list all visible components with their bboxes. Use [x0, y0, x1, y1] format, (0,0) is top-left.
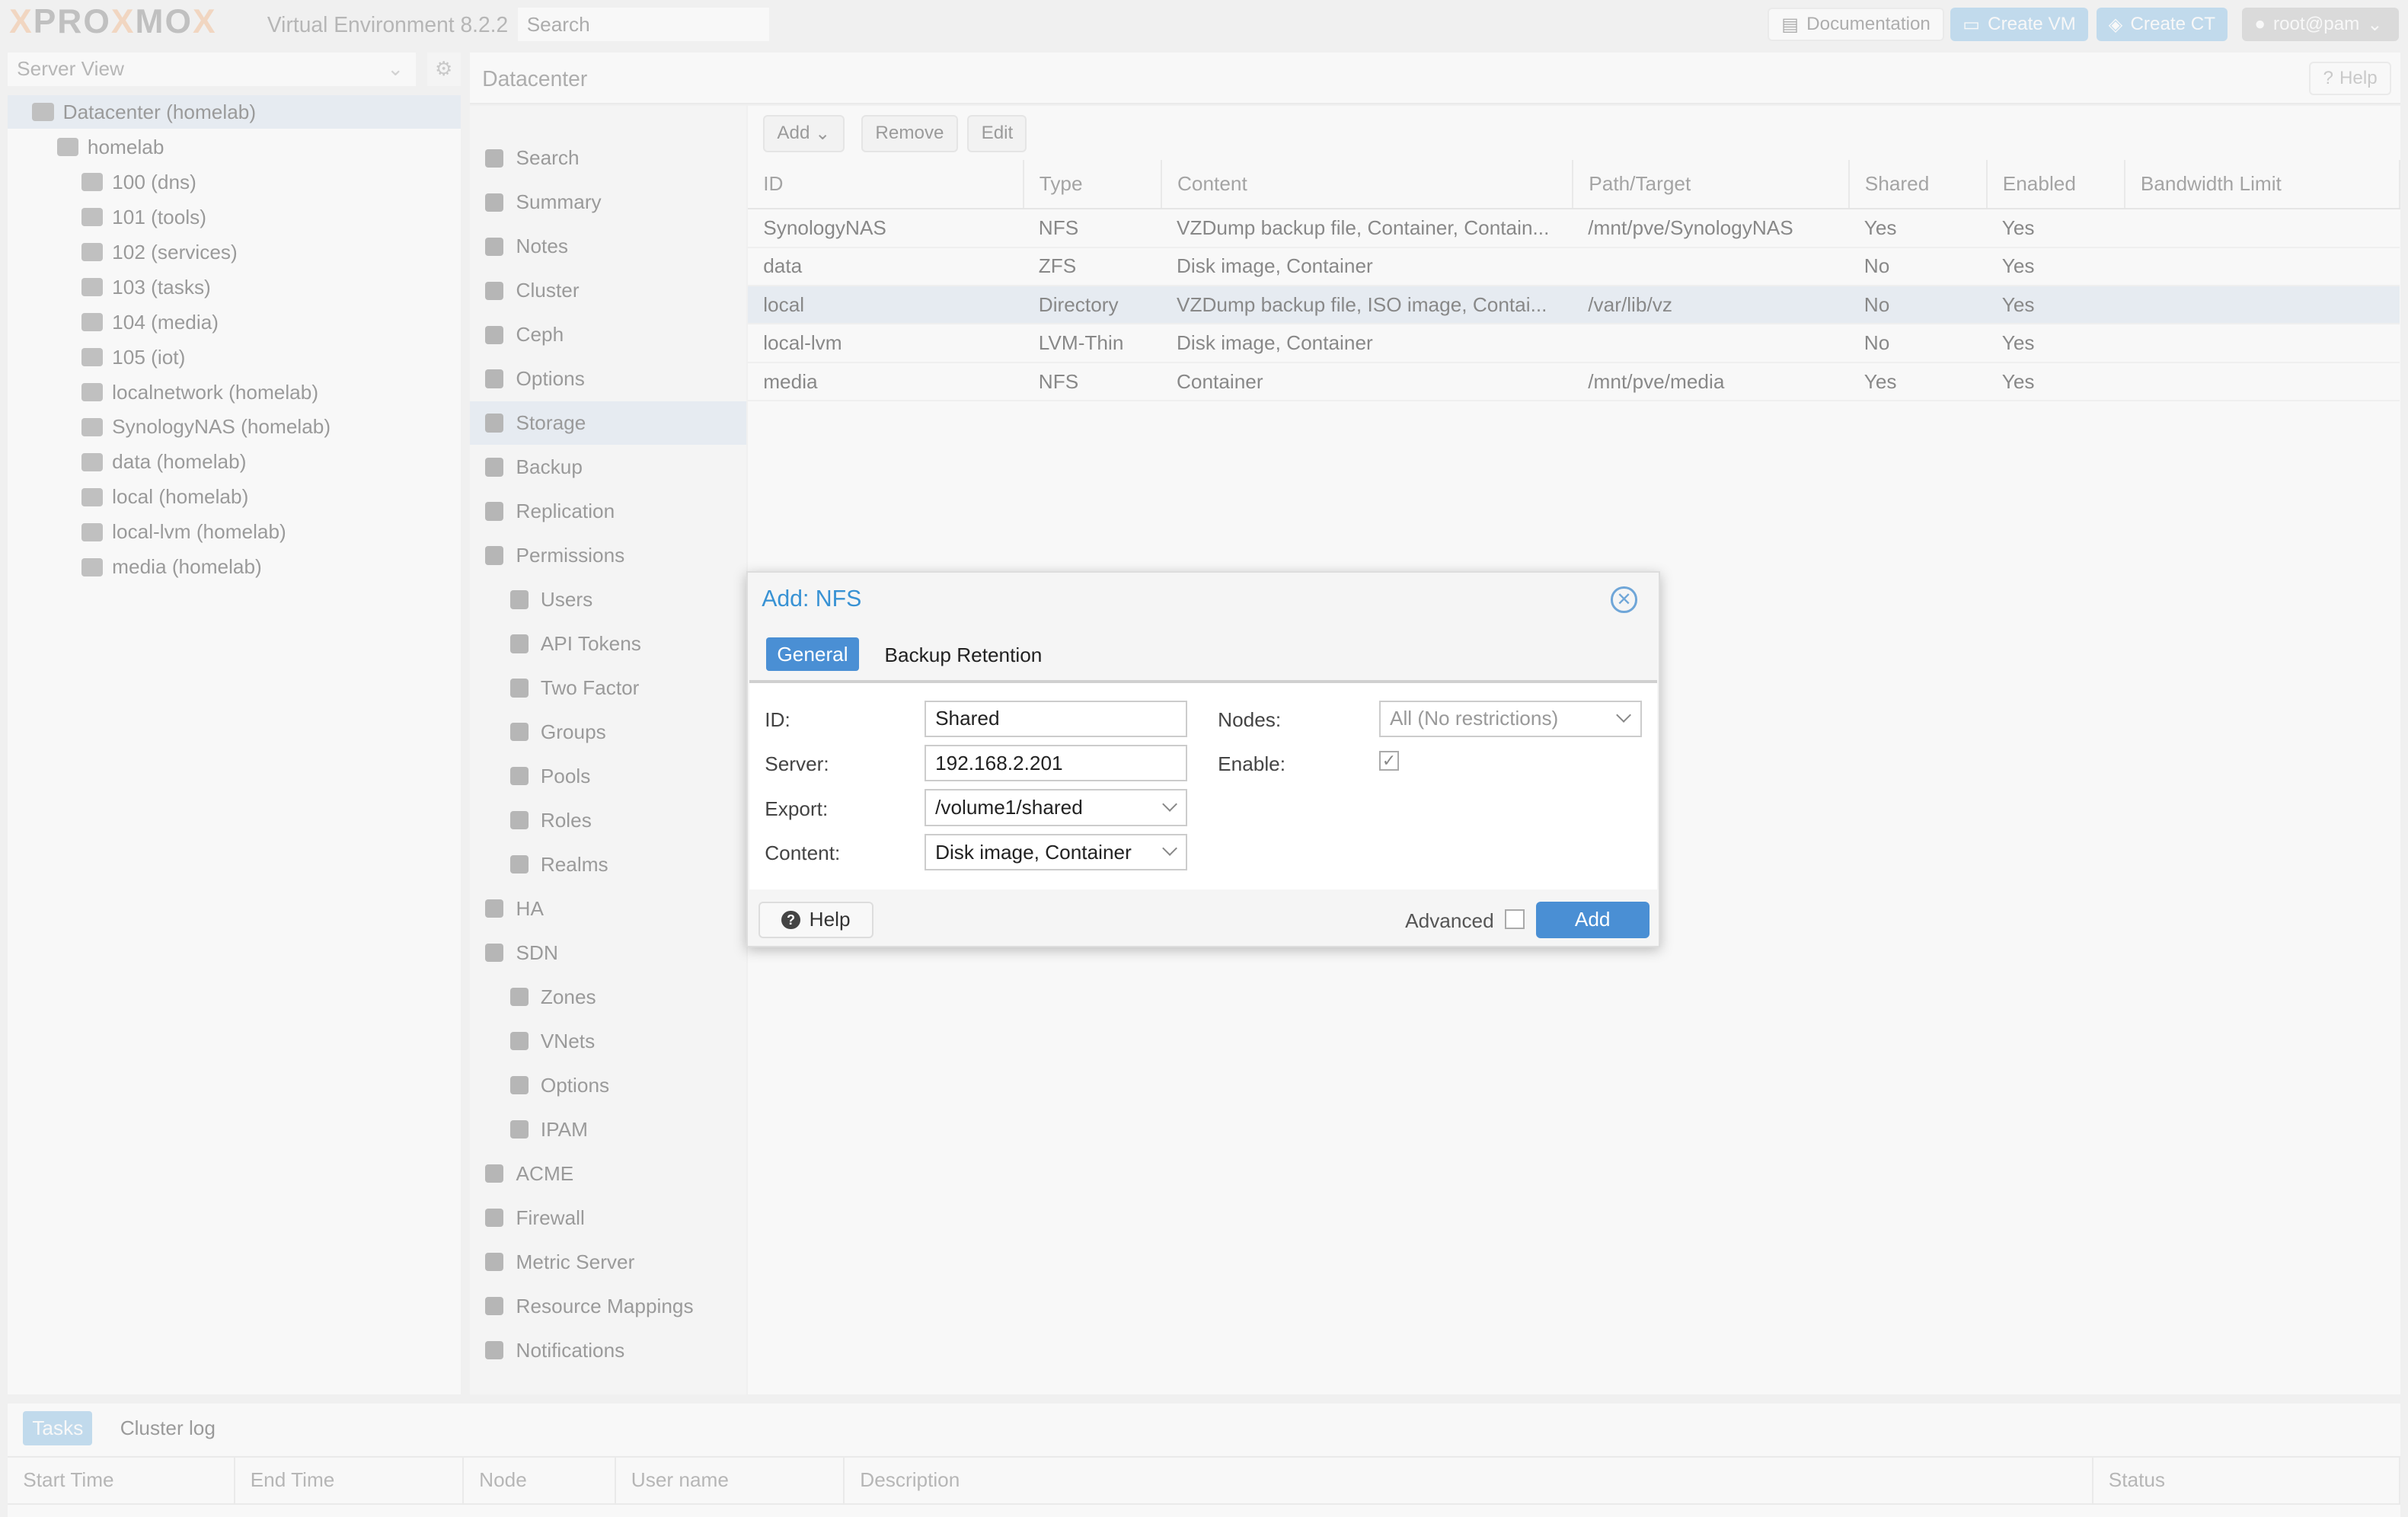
- nodes-label: Nodes:: [1218, 707, 1282, 731]
- general-form: ID: Shared Server: 192.168.2.201 Export:…: [749, 680, 1657, 889]
- dialog-help-button[interactable]: ? Help: [758, 901, 873, 939]
- server-input[interactable]: 192.168.2.201: [924, 744, 1187, 782]
- id-label: ID:: [765, 707, 790, 731]
- advanced-label: Advanced: [1405, 909, 1494, 932]
- dialog-title: Add: NFS: [762, 586, 862, 612]
- content-select[interactable]: Disk image, Container: [924, 833, 1187, 871]
- advanced-checkbox[interactable]: [1505, 909, 1525, 929]
- tab-backup-retention[interactable]: Backup Retention: [885, 644, 1043, 667]
- close-icon[interactable]: ✕: [1611, 586, 1637, 613]
- content-label: Content:: [765, 842, 841, 865]
- nodes-select[interactable]: All (No restrictions): [1378, 700, 1642, 737]
- enable-label: Enable:: [1218, 752, 1286, 776]
- question-icon: ?: [781, 910, 800, 929]
- export-label: Export:: [765, 797, 829, 820]
- proxmox-app: XPROXMOX Virtual Environment 8.2.2 ▤Docu…: [0, 0, 2408, 1517]
- chevron-down-icon: [1161, 841, 1177, 857]
- export-select[interactable]: /volume1/shared: [924, 789, 1187, 826]
- add-button[interactable]: Add: [1535, 901, 1650, 939]
- add-nfs-dialog: Add: NFS ✕ General Backup Retention ID: …: [746, 571, 1660, 948]
- enable-checkbox[interactable]: ✓: [1378, 751, 1400, 771]
- chevron-down-icon: [1161, 796, 1177, 812]
- tab-general[interactable]: General: [766, 637, 859, 672]
- chevron-down-icon: [1616, 707, 1632, 723]
- server-label: Server:: [765, 752, 829, 776]
- id-input[interactable]: Shared: [924, 700, 1187, 737]
